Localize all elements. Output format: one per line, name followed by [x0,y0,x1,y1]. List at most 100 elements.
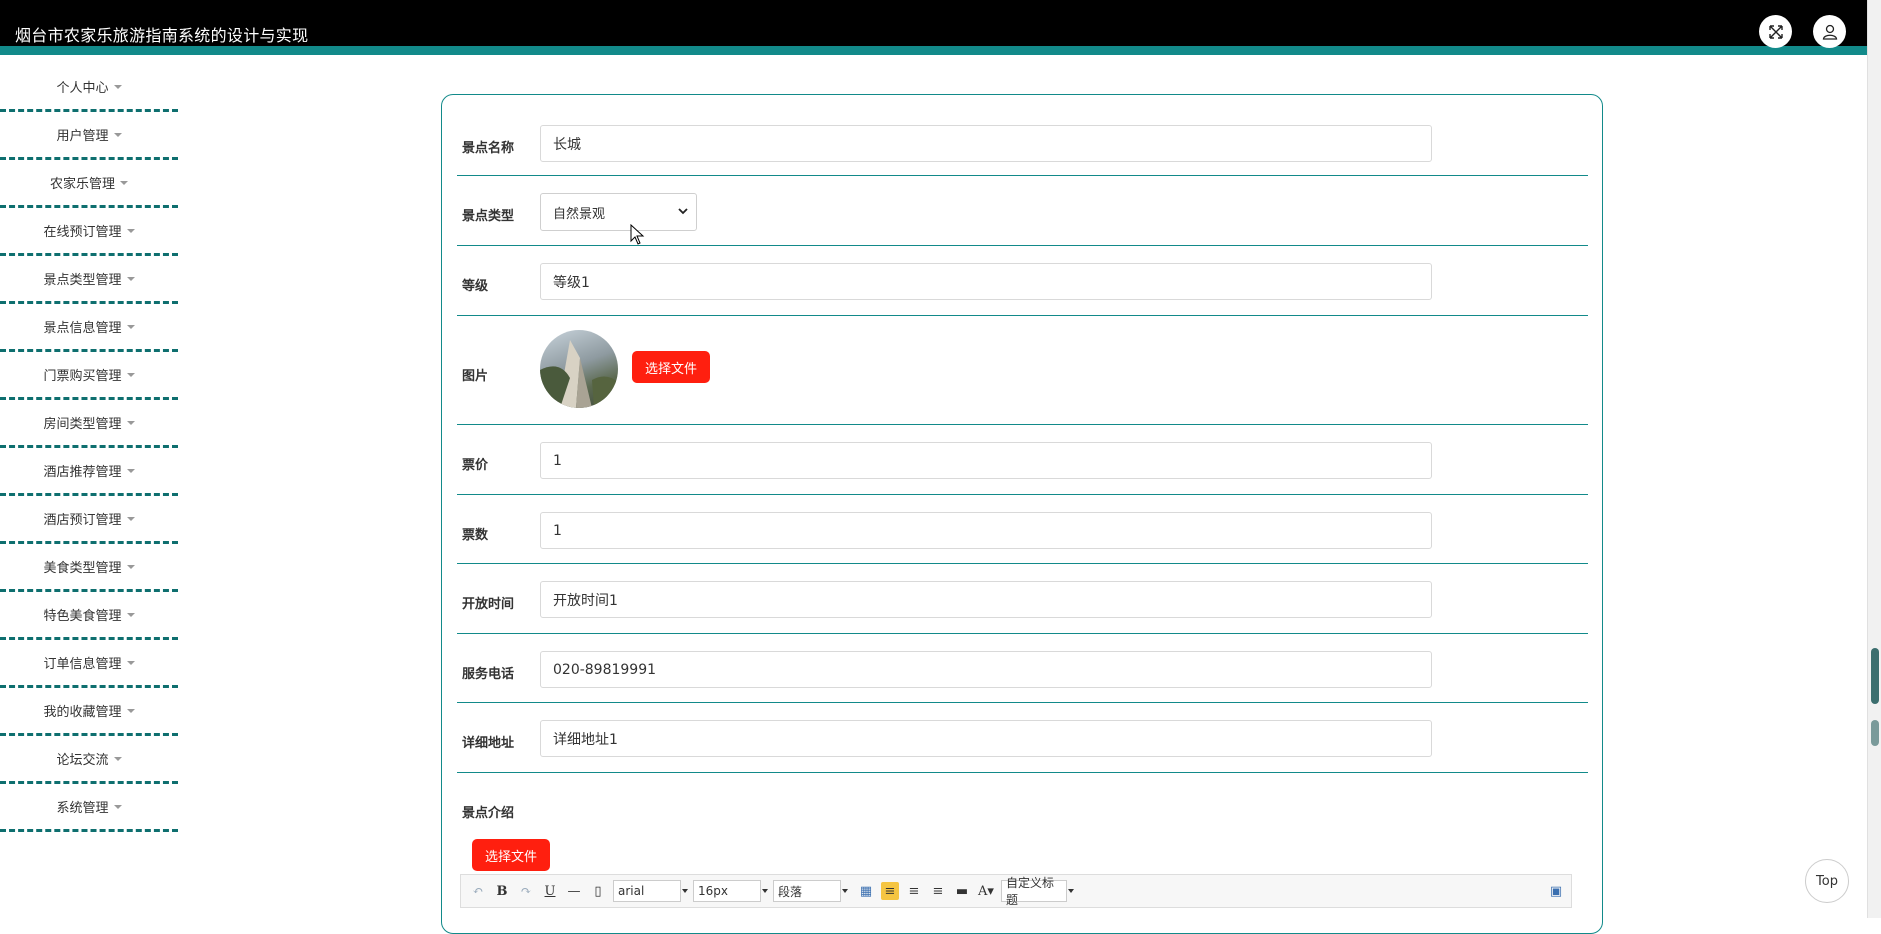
sidebar-item-label: 酒店推荐管理 [43,465,122,480]
page-scrollbar[interactable] [1867,0,1881,918]
caret-down-icon [113,756,122,761]
ticket-count-label: 票数 [462,528,489,543]
caret-down-icon [120,180,128,185]
sidebar-menu: 个人中心 用户管理 农家乐管理 在线预订管理 景点类型管理 景点信息管理 门票购… [0,64,178,832]
form-row-open-time: 开放时间 开放时间1 [457,563,1588,634]
app-title: 烟台市农家乐旅游指南系统的设计与实现 [15,26,309,45]
form-row-phone: 服务电话 020-89819991 [457,633,1588,703]
caret-down-icon [126,468,135,473]
form-row-count: 票数 1 [457,494,1588,564]
sidebar-item-label: 酒店预订管理 [43,513,122,528]
caret-down-icon [113,804,122,809]
form-row-name: 景点名称 长城 [457,95,1588,176]
document-icon[interactable]: ▯ [589,882,607,900]
open-time-input[interactable]: 开放时间1 [540,581,1432,618]
sidebar-item-system[interactable]: 系统管理 [0,784,178,832]
caret-down-icon [126,516,135,521]
scrollbar-thumb[interactable] [1871,648,1879,704]
sidebar-item-favorites[interactable]: 我的收藏管理 [0,688,178,736]
top-bar: 烟台市农家乐旅游指南系统的设计与实现 [0,0,1868,55]
fullscreen-button[interactable] [1759,15,1792,48]
spot-edit-form: 景点名称 长城 景点类型 自然景观 等级 等级1 图片 选择文件 票价 1 票数… [441,94,1603,934]
chevron-down-icon [678,208,688,215]
caret-down-icon [126,660,135,665]
spot-image-thumbnail [540,330,618,408]
form-row-grade: 等级 等级1 [457,245,1588,316]
ticket-price-label: 票价 [462,458,489,473]
preview-icon[interactable]: ▣ [1547,882,1565,900]
sidebar-item-room-type[interactable]: 房间类型管理 [0,400,178,448]
caret-down-icon [126,708,135,713]
open-time-label: 开放时间 [462,597,515,612]
font-family-select[interactable]: arial [613,880,688,902]
undo-icon[interactable]: ↶ [469,882,487,900]
address-label: 详细地址 [462,736,515,751]
redo-icon[interactable]: ↷ [517,882,535,900]
grade-label: 等级 [462,279,489,294]
mouse-cursor-icon [630,224,645,245]
sidebar-item-label: 在线预订管理 [43,225,122,240]
horizontal-rule-icon[interactable]: — [565,882,583,900]
sidebar-item-special-food[interactable]: 特色美食管理 [0,592,178,640]
sidebar-item-label: 我的收藏管理 [43,705,122,720]
align-left-icon[interactable]: ≡ [881,882,899,900]
sidebar-item-personal-center[interactable]: 个人中心 [0,64,178,112]
sidebar-item-label: 美食类型管理 [43,561,122,576]
form-row-address: 详细地址 详细地址1 [457,702,1588,773]
align-center-icon[interactable]: ≡ [929,882,947,900]
sidebar-item-hotel-recommend[interactable]: 酒店推荐管理 [0,448,178,496]
sidebar-item-hotel-booking[interactable]: 酒店预订管理 [0,496,178,544]
caret-down-icon [126,228,135,233]
sidebar-item-label: 个人中心 [56,81,109,96]
underline-icon[interactable]: U [541,882,559,900]
choose-image-file-button[interactable]: 选择文件 [632,351,710,383]
sidebar-item-spot-type[interactable]: 景点类型管理 [0,256,178,304]
paragraph-select[interactable]: 段落 [773,880,848,902]
scrollbar-thumb-secondary[interactable] [1871,720,1879,746]
font-size-select[interactable]: 16px [693,880,768,902]
align-right-icon[interactable]: ≡ [905,882,923,900]
caret-down-icon [126,564,135,569]
sidebar-item-user-management[interactable]: 用户管理 [0,112,178,160]
caret-down-icon [126,612,135,617]
sidebar-item-spot-info[interactable]: 景点信息管理 [0,304,178,352]
sidebar-item-label: 特色美食管理 [43,609,122,624]
align-justify-icon[interactable]: ▬ [953,882,971,900]
bold-icon[interactable]: B [493,882,511,900]
service-phone-input[interactable]: 020-89819991 [540,651,1432,688]
sidebar-item-label: 门票购买管理 [43,369,122,384]
sidebar-item-food-type[interactable]: 美食类型管理 [0,544,178,592]
spot-name-input[interactable]: 长城 [540,125,1432,162]
caret-down-icon [126,324,135,329]
user-icon [1822,24,1837,40]
sidebar-item-label: 景点类型管理 [43,273,122,288]
sidebar-item-forum[interactable]: 论坛交流 [0,736,178,784]
sidebar-item-label: 用户管理 [56,129,109,144]
table-icon[interactable]: ▦ [857,882,875,900]
ticket-price-input[interactable]: 1 [540,442,1432,479]
caret-down-icon [113,132,122,137]
back-to-top-button[interactable]: Top [1805,859,1849,903]
image-label: 图片 [462,369,489,384]
font-color-icon[interactable]: A▾ [977,882,995,900]
sidebar-item-ticket-purchase[interactable]: 门票购买管理 [0,352,178,400]
sidebar-item-label: 论坛交流 [56,753,109,768]
form-row-type: 景点类型 自然景观 [457,175,1588,246]
user-avatar-button[interactable] [1813,15,1846,48]
custom-title-select[interactable]: 自定义标题 [1001,876,1074,907]
sidebar-item-label: 系统管理 [56,801,109,816]
sidebar-item-label: 景点信息管理 [43,321,122,336]
address-input[interactable]: 详细地址1 [540,720,1432,757]
spot-type-selected-value: 自然景观 [553,206,606,222]
service-phone-label: 服务电话 [462,667,515,682]
spot-intro-label: 景点介绍 [462,806,515,821]
spot-type-select[interactable]: 自然景观 [540,193,697,231]
form-row-price: 票价 1 [457,424,1588,495]
sidebar-item-online-booking[interactable]: 在线预订管理 [0,208,178,256]
ticket-count-input[interactable]: 1 [540,512,1432,549]
caret-down-icon [126,372,135,377]
choose-intro-file-button[interactable]: 选择文件 [472,839,550,871]
grade-input[interactable]: 等级1 [540,263,1432,300]
sidebar-item-farmstay-management[interactable]: 农家乐管理 [0,160,178,208]
sidebar-item-order-info[interactable]: 订单信息管理 [0,640,178,688]
